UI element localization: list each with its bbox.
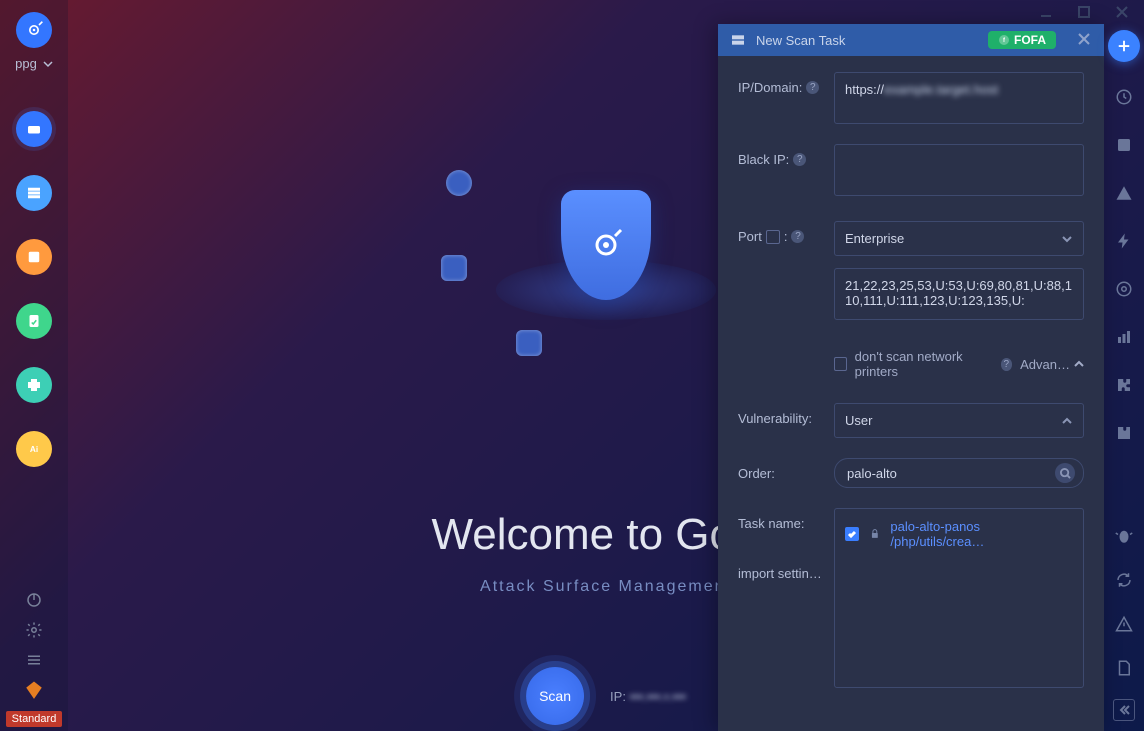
chevron-up-icon xyxy=(1074,359,1084,369)
advanced-toggle[interactable]: Advan… xyxy=(1020,357,1084,372)
panel-close-button[interactable] xyxy=(1066,33,1092,48)
order-label: Order: xyxy=(738,458,834,481)
scan-task-icon xyxy=(730,32,746,48)
dont-scan-printers-checkbox[interactable] xyxy=(834,357,847,371)
sidebar-item-extensions[interactable] xyxy=(16,367,52,403)
task-list-box: palo-alto-panos /php/utils/crea… xyxy=(834,508,1084,688)
dont-scan-printers-label: don't scan network printers xyxy=(855,349,993,379)
rightbar-bottom xyxy=(1111,523,1137,731)
task-item-checkbox[interactable] xyxy=(845,527,859,541)
version-badge: Standard xyxy=(6,711,63,727)
panel-title: New Scan Task xyxy=(756,33,845,48)
help-icon[interactable]: ? xyxy=(793,153,806,166)
order-input[interactable] xyxy=(847,466,1049,481)
order-field xyxy=(834,458,1084,488)
sidebar-item-scan[interactable] xyxy=(16,111,52,147)
menu-icon[interactable] xyxy=(25,651,43,669)
file-icon[interactable] xyxy=(1111,655,1137,681)
search-icon[interactable] xyxy=(1055,463,1075,483)
left-sidebar: ppg Ai Standard xyxy=(0,0,68,731)
add-task-button[interactable] xyxy=(1108,30,1140,62)
vulnerability-label: Vulnerability: xyxy=(738,403,834,426)
svg-text:Ai: Ai xyxy=(30,445,38,454)
settings-icon[interactable] xyxy=(1111,276,1137,302)
scan-button[interactable]: Scan xyxy=(526,667,584,725)
scan-launcher: Scan IP: •••.•••.•.••• xyxy=(526,667,686,725)
chevron-up-icon xyxy=(1061,415,1073,427)
task-name-label: Task name: xyxy=(738,508,834,531)
fofa-badge[interactable]: f FOFA xyxy=(988,31,1056,49)
refresh-icon[interactable] xyxy=(1111,567,1137,593)
import-settings-label[interactable]: import settin… xyxy=(738,538,834,581)
port-list-input[interactable]: 21,22,23,25,53,U:53,U:69,80,81,U:88,110,… xyxy=(834,268,1084,320)
sidebar-bottom: Standard xyxy=(6,591,63,731)
ip-domain-input[interactable]: https://example.target.host xyxy=(834,72,1084,124)
help-icon[interactable]: ? xyxy=(1001,358,1013,371)
puzzle-icon[interactable] xyxy=(1111,372,1137,398)
chevron-down-icon xyxy=(1061,233,1073,245)
ip-display: IP: •••.•••.•.••• xyxy=(610,689,686,704)
port-select[interactable]: Enterprise xyxy=(834,221,1084,256)
new-scan-task-panel: New Scan Task f FOFA IP/Domain:? https:/… xyxy=(718,24,1104,731)
task-item[interactable]: palo-alto-panos /php/utils/crea… xyxy=(845,519,1073,549)
alert-icon[interactable] xyxy=(1111,611,1137,637)
gear-icon[interactable] xyxy=(25,621,43,639)
power-icon[interactable] xyxy=(25,591,43,609)
bug-icon[interactable] xyxy=(1111,523,1137,549)
task-item-label: palo-alto-panos /php/utils/crea… xyxy=(890,519,1073,549)
panel-body: IP/Domain:? https://example.target.host … xyxy=(718,56,1104,731)
user-menu[interactable]: ppg xyxy=(15,56,53,71)
help-icon[interactable]: ? xyxy=(791,230,804,243)
storage-icon[interactable] xyxy=(1111,132,1137,158)
vulnerability-select[interactable]: User xyxy=(834,403,1084,438)
puzzle-alt-icon[interactable] xyxy=(1111,420,1137,446)
collapse-button[interactable] xyxy=(1113,699,1135,721)
black-ip-input[interactable] xyxy=(834,144,1084,196)
app-logo-icon xyxy=(16,12,52,48)
port-checkbox[interactable] xyxy=(766,230,780,244)
lock-icon xyxy=(869,528,881,540)
sidebar-item-ai[interactable]: Ai xyxy=(16,431,52,467)
chevron-down-icon xyxy=(43,59,53,69)
flash-icon[interactable] xyxy=(1111,228,1137,254)
username-label: ppg xyxy=(15,56,37,71)
port-label: Port : ? xyxy=(738,221,834,244)
right-sidebar xyxy=(1104,24,1144,731)
black-ip-label: Black IP:? xyxy=(738,144,834,167)
bar-chart-icon[interactable] xyxy=(1111,324,1137,350)
sidebar-item-assets[interactable] xyxy=(16,175,52,211)
sidebar-item-vuln[interactable] xyxy=(16,239,52,275)
ip-domain-label: IP/Domain:? xyxy=(738,72,834,95)
version-diamond-icon xyxy=(25,681,43,699)
sidebar-item-report[interactable] xyxy=(16,303,52,339)
history-icon[interactable] xyxy=(1111,84,1137,110)
help-icon[interactable]: ? xyxy=(806,81,819,94)
panel-header: New Scan Task f FOFA xyxy=(718,24,1104,56)
warn-icon[interactable] xyxy=(1111,180,1137,206)
